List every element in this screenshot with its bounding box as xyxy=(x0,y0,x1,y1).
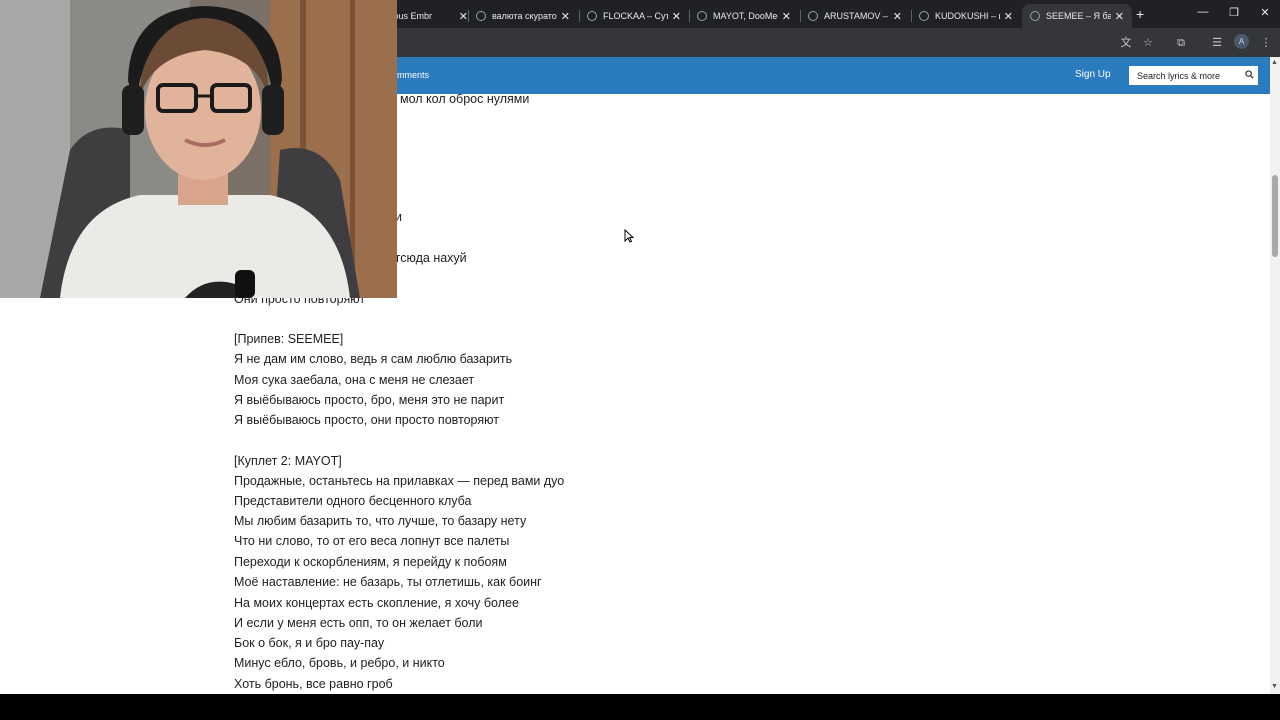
lyric-line: Представители одного бесценного клуба xyxy=(234,494,472,508)
bottom-black-bar xyxy=(0,694,1280,720)
close-icon[interactable]: ✕ xyxy=(782,10,791,23)
tab-title: валюта скуратов xyxy=(492,11,557,21)
tab-5[interactable]: ARUSTAMOV – кт ✕ xyxy=(800,4,910,28)
page-scrollbar[interactable]: ▲ ▼ xyxy=(1270,57,1280,694)
favicon-icon xyxy=(919,11,929,21)
new-tab-button[interactable]: + xyxy=(1136,6,1144,22)
minimize-icon[interactable]: — xyxy=(1188,6,1218,18)
close-icon[interactable]: ✕ xyxy=(459,10,468,23)
search-icon[interactable] xyxy=(1245,70,1254,81)
scrollbar-thumb[interactable] xyxy=(1272,175,1278,257)
lyric-line: Мы любим базарить то, что лучше, то база… xyxy=(234,514,527,528)
lyric-section-header: [Куплет 2: MAYOT] xyxy=(234,454,342,468)
lyric-line: мол кол оброс нулями xyxy=(400,94,530,106)
lyric-line: отсюда нахуй xyxy=(388,251,467,265)
tab-title: KUDOKUSHI – не xyxy=(935,11,1000,21)
close-icon[interactable]: ✕ xyxy=(893,10,902,23)
tab-title: SEEMEE – Я базар xyxy=(1046,11,1111,21)
kebab-icon[interactable]: ⋮ xyxy=(1258,35,1274,51)
favicon-icon xyxy=(697,11,707,21)
restore-icon[interactable]: ❐ xyxy=(1219,6,1249,19)
webcam-overlay xyxy=(0,0,397,298)
window-close-icon[interactable]: ✕ xyxy=(1250,6,1280,19)
lyric-line: Хоть бронь, все равно гроб xyxy=(234,677,393,691)
avatar[interactable]: A xyxy=(1234,34,1249,49)
tab-3[interactable]: FLOCKAA – Сутки ✕ xyxy=(579,4,689,28)
lyric-line: И если у меня есть опп, то он желает бол… xyxy=(234,616,483,630)
tab-4[interactable]: MAYOT, DooMee, ✕ xyxy=(689,4,799,28)
lyric-section-header: [Припев: SEEMEE] xyxy=(234,332,344,346)
favicon-icon xyxy=(587,11,597,21)
close-icon[interactable]: ✕ xyxy=(561,10,570,23)
tab-title: ARUSTAMOV – кт xyxy=(824,11,889,21)
lyric-line: Что ни слово, то от его веса лопнут все … xyxy=(234,534,510,548)
lyric-line: Минус ебло, бровь, и ребро, и никто xyxy=(234,656,445,670)
tab-title: MAYOT, DooMee, xyxy=(713,11,778,21)
lyric-line: Бок о бок, я и бро пау-пау xyxy=(234,636,385,650)
puzzle-icon[interactable]: ⧉ xyxy=(1173,35,1189,51)
close-icon[interactable]: ✕ xyxy=(672,10,681,23)
close-icon[interactable]: ✕ xyxy=(1004,10,1013,23)
translate-icon[interactable]: 文 xyxy=(1118,35,1134,51)
lyric-line: На моих концертах есть скопление, я хочу… xyxy=(234,596,519,610)
lyric-line: Я выёбываюсь просто, они просто повторяю… xyxy=(234,413,499,427)
scroll-up-icon[interactable]: ▲ xyxy=(1271,59,1278,66)
lyric-line: Я выёбываюсь просто, бро, меня это не па… xyxy=(234,393,505,407)
tab-title: FLOCKAA – Сутки xyxy=(603,11,668,21)
lyric-line: Продажные, останьтесь на прилавках — пер… xyxy=(234,474,565,488)
favicon-icon xyxy=(808,11,818,21)
tab-6[interactable]: KUDOKUSHI – не ✕ xyxy=(911,4,1021,28)
nav-link-comments[interactable]: mments xyxy=(397,70,429,80)
star-icon[interactable]: ☆ xyxy=(1140,35,1156,51)
lyric-line: Я не дам им слово, ведь я сам люблю база… xyxy=(234,352,513,366)
scroll-down-icon[interactable]: ▼ xyxy=(1271,683,1278,690)
favicon-icon xyxy=(476,11,486,21)
lyric-line: Моя сука заебала, она с меня не слезает xyxy=(234,373,475,387)
tab-7-active[interactable]: SEEMEE – Я базар ✕ xyxy=(1022,4,1132,28)
lyric-line: Переходи к оскорблениям, я перейду к поб… xyxy=(234,555,507,569)
favicon-icon xyxy=(1030,11,1040,21)
media-queue-icon[interactable]: ☰ xyxy=(1209,35,1225,51)
signup-link[interactable]: Sign Up xyxy=(1075,69,1111,80)
search-input[interactable] xyxy=(1129,66,1258,85)
close-icon[interactable]: ✕ xyxy=(1115,10,1124,23)
tab-2[interactable]: валюта скуратов ✕ xyxy=(468,4,578,28)
lyric-line: Моё наставление: не базарь, ты отлетишь,… xyxy=(234,575,542,589)
mouse-cursor-icon xyxy=(624,228,635,248)
